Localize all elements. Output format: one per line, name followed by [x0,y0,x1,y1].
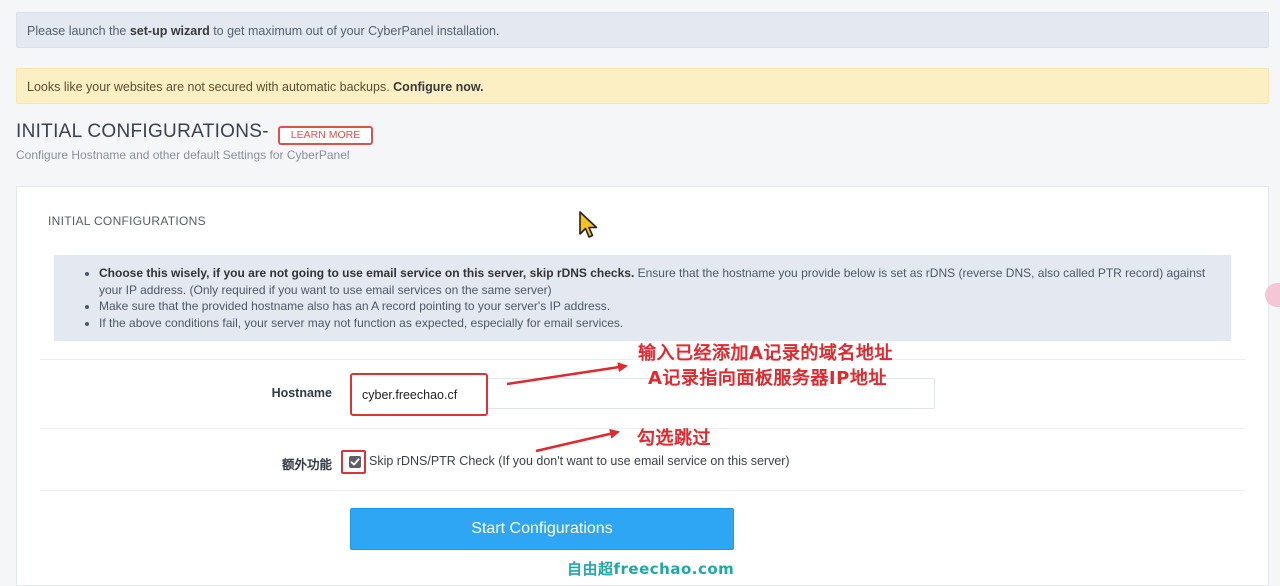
info-item: Choose this wisely, if you are not going… [99,265,1219,298]
mouse-cursor-icon [579,211,598,238]
info-item-text: If the above conditions fail, your serve… [99,315,624,330]
backup-alert: Looks like your websites are not secured… [16,68,1269,104]
start-configurations-button[interactable]: Start Configurations [350,508,734,550]
annotation-note-hostname: 输入已经添加A记录的域名地址 [638,343,893,364]
hostname-label: Hostname [271,386,332,400]
info-box: Choose this wisely, if you are not going… [54,255,1231,341]
setup-wizard-link[interactable]: set-up wizard [130,24,210,38]
extra-features-label: 额外功能 [281,458,332,472]
setup-wizard-alert: Please launch the set-up wizard to get m… [16,12,1269,48]
info-item-text: Make sure that the provided hostname als… [99,299,611,313]
info-item-bold: Choose this wisely, if you are not going… [99,266,635,280]
panel-title: INITIAL CONFIGURATIONS [48,214,206,228]
page-title: INITIAL CONFIGURATIONS- [16,121,269,142]
check-icon [350,458,360,466]
info-item: Make sure that the provided hostname als… [99,298,1219,315]
watermark: 自由超freechao.com [567,560,735,578]
learn-more-button[interactable]: LEARN MORE [278,126,373,145]
alert-text: Please launch the [27,24,130,38]
configure-now-link[interactable]: Configure now. [393,80,484,94]
page-subtitle: Configure Hostname and other default Set… [16,148,350,162]
info-list: Choose this wisely, if you are not going… [99,265,1219,331]
alert-text: to get maximum out of your CyberPanel in… [209,24,500,38]
alert-text: Looks like your websites are not secured… [27,80,394,94]
divider [40,490,1245,491]
skip-rdns-checkbox[interactable] [349,456,361,468]
annotation-note-skip: 勾选跳过 [637,428,711,449]
hostname-input[interactable] [350,373,488,416]
info-item: If the above conditions fail, your serve… [99,315,1219,332]
skip-rdns-label[interactable]: Skip rDNS/PTR Check (If you don't want t… [369,454,790,468]
annotation-note-a-record: A记录指向面板服务器IP地址 [648,368,887,389]
